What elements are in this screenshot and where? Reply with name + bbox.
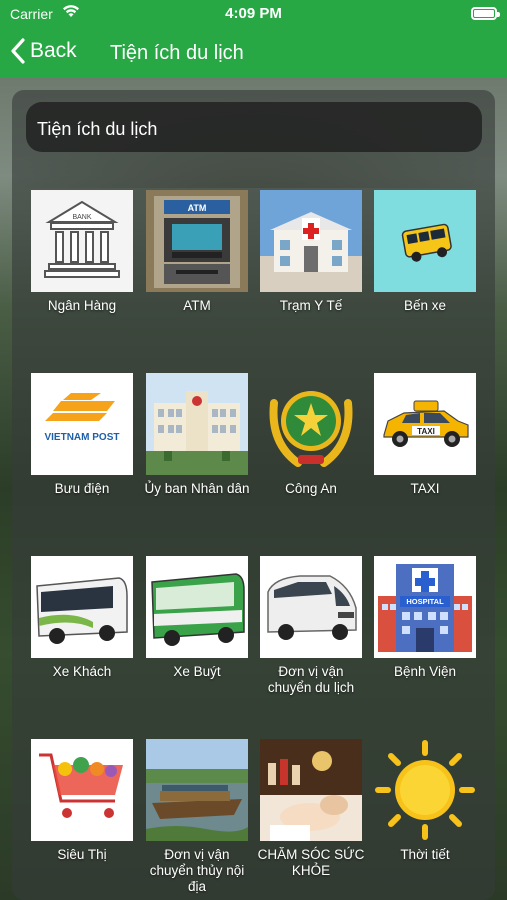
tile-label: Bưu điện xyxy=(54,481,110,496)
back-button[interactable]: Back xyxy=(10,38,77,64)
tile-label: Đơn vị vận chuyển thủy nội địa xyxy=(149,847,245,894)
tile-hospital[interactable]: HOSPITAL Bệnh Viện xyxy=(369,556,481,680)
battery-icon xyxy=(471,7,500,20)
status-bar: Carrier 4:09 PM xyxy=(0,0,507,28)
tile-label: Siêu Thị xyxy=(57,847,107,862)
taxi-icon: TAXI xyxy=(374,373,476,475)
post-logo-text: VIETNAM POST xyxy=(44,432,119,443)
tile-boat[interactable]: Đơn vị vận chuyển thủy nội địa xyxy=(141,739,253,895)
tile-spa[interactable]: CHĂM SÓC SỨC KHỎE xyxy=(255,739,367,879)
bank-sign: BANK xyxy=(72,214,91,221)
tile-taxi[interactable]: TAXI TAXI xyxy=(369,373,481,497)
navigation-bar: Back Tiện ích du lịch xyxy=(0,30,507,78)
bus-station-icon xyxy=(374,190,476,292)
bank-icon: BANK xyxy=(31,190,133,292)
tile-bank[interactable]: BANK Ngân Hàng xyxy=(26,190,138,314)
tile-tour-van[interactable]: Đơn vị vận chuyển du lịch xyxy=(255,556,367,696)
app-header: Carrier 4:09 PM Back Tiện ích du lịch xyxy=(0,0,507,78)
tile-label: Thời tiết xyxy=(400,847,450,862)
tile-atm[interactable]: ATM ATM xyxy=(141,190,253,314)
weather-sun-icon xyxy=(374,739,476,841)
atm-icon: ATM xyxy=(146,190,248,292)
spa-icon xyxy=(260,739,362,841)
tile-weather[interactable]: Thời tiết xyxy=(369,739,481,863)
tile-peoples-committee[interactable]: Ủy ban Nhân dân xyxy=(141,373,253,497)
supermarket-icon xyxy=(31,739,133,841)
tour-van-icon xyxy=(260,556,362,658)
atm-sign: ATM xyxy=(188,203,207,213)
tile-label: CHĂM SÓC SỨC KHỎE xyxy=(257,847,365,878)
tile-label: Bến xe xyxy=(403,298,447,313)
panel-title: Tiện ích du lịch xyxy=(26,102,482,152)
tile-label: Ngân Hàng xyxy=(47,298,117,313)
clinic-icon xyxy=(260,190,362,292)
boat-icon xyxy=(146,739,248,841)
tile-label: Trạm Y Tế xyxy=(279,298,343,313)
tile-label: TAXI xyxy=(410,481,440,496)
tile-post-office[interactable]: VIETNAM POST Bưu điện xyxy=(26,373,138,497)
tile-clinic[interactable]: Trạm Y Tế xyxy=(255,190,367,314)
tile-label: Xe Khách xyxy=(52,664,112,679)
tile-bus-station[interactable]: Bến xe xyxy=(369,190,481,314)
page-title: Tiện ích du lịch xyxy=(110,42,244,64)
tile-police[interactable]: Công An xyxy=(255,373,367,497)
chevron-left-icon xyxy=(11,38,25,64)
tile-label: Ủy ban Nhân dân xyxy=(144,481,250,496)
hospital-sign: HOSPITAL xyxy=(406,597,444,606)
tile-label: Bệnh Viện xyxy=(393,664,457,679)
coach-icon xyxy=(31,556,133,658)
tile-label: ATM xyxy=(183,298,211,313)
clock: 4:09 PM xyxy=(225,5,282,22)
hospital-icon: HOSPITAL xyxy=(374,556,476,658)
tile-bus[interactable]: Xe Buýt xyxy=(141,556,253,680)
tile-label: Xe Buýt xyxy=(173,664,221,679)
tile-coach[interactable]: Xe Khách xyxy=(26,556,138,680)
tile-label: Công An xyxy=(285,481,337,496)
tile-label: Đơn vị vận chuyển du lịch xyxy=(267,664,355,695)
police-icon xyxy=(260,373,362,475)
bus-icon xyxy=(146,556,248,658)
post-office-icon: VIETNAM POST xyxy=(31,373,133,475)
taxi-sign: TAXI xyxy=(417,427,435,436)
back-label: Back xyxy=(30,39,77,62)
peoples-committee-icon xyxy=(146,373,248,475)
tile-supermarket[interactable]: Siêu Thị xyxy=(26,739,138,863)
